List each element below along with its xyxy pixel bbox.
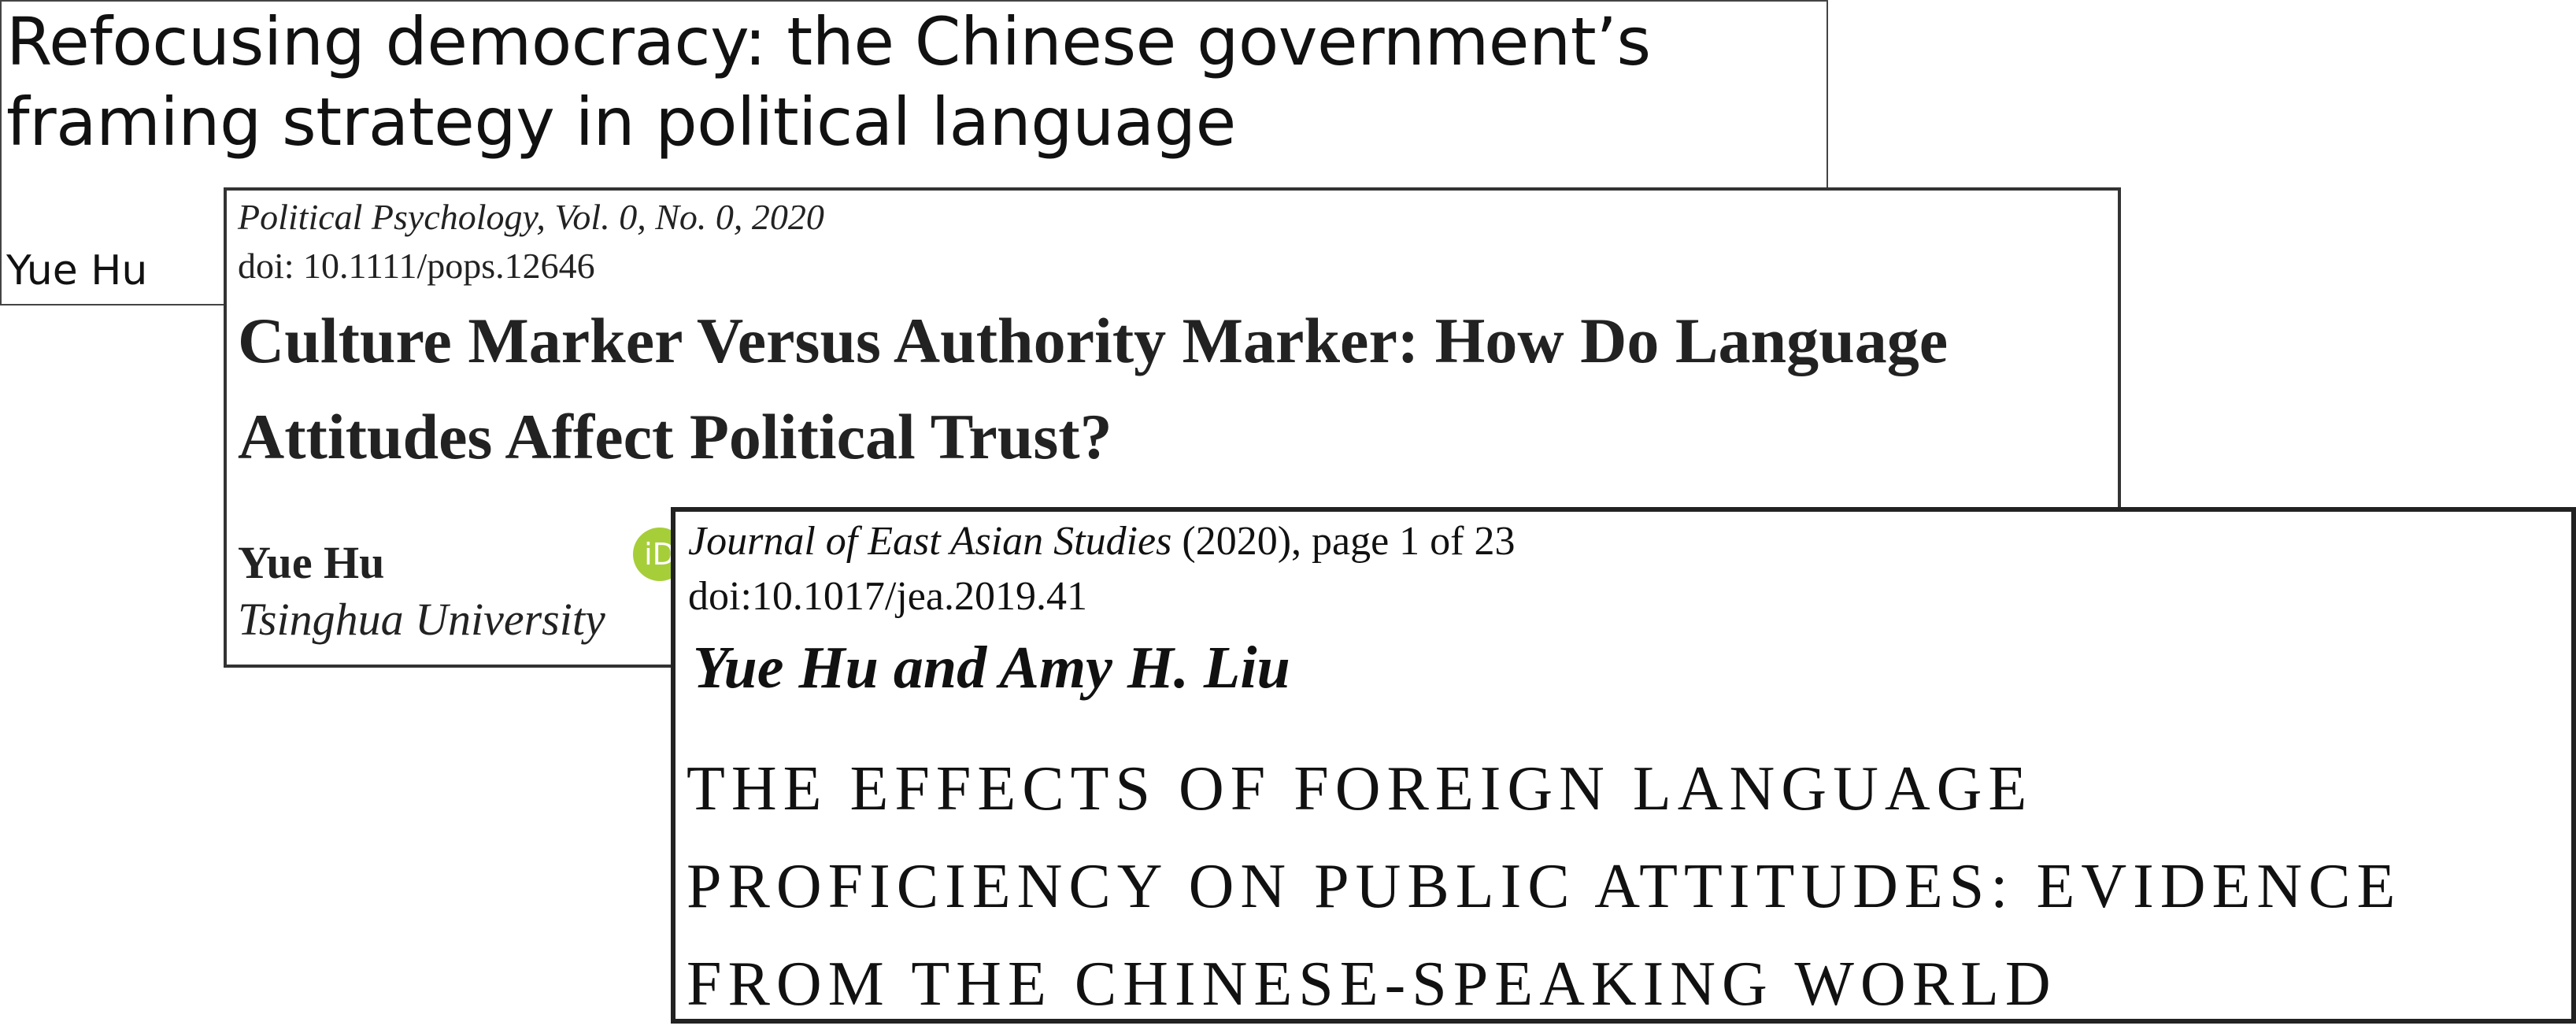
author-affiliation: Tsinghua University (238, 594, 605, 645)
doi-text: doi: 10.1111/pops.12646 (238, 246, 595, 286)
paper-authors: Yue Hu and Amy H. Liu (693, 635, 1290, 701)
paper-title: THE EFFECTS OF FOREIGN LANGUAGE PROFICIE… (687, 754, 2402, 1019)
paper-card-foreign-language[interactable]: Journal of East Asian Studies (2020), pa… (671, 507, 2576, 1024)
paper-author: Yue Hu (6, 247, 148, 294)
paper-title: Culture Marker Versus Authority Marker: … (238, 305, 1949, 472)
paper-title: Refocusing democracy: the Chinese govern… (6, 3, 1651, 161)
journal-citation: Journal of East Asian Studies (2020), pa… (688, 516, 1516, 567)
doi-text: doi:10.1017/jea.2019.41 (688, 574, 1087, 619)
paper-author: Yue Hu (238, 537, 385, 588)
journal-issue-info: (2020), page 1 of 23 (1171, 519, 1516, 564)
journal-name: Journal of East Asian Studies (688, 519, 1172, 564)
journal-citation: Political Psychology, Vol. 0, No. 0, 202… (238, 197, 824, 237)
